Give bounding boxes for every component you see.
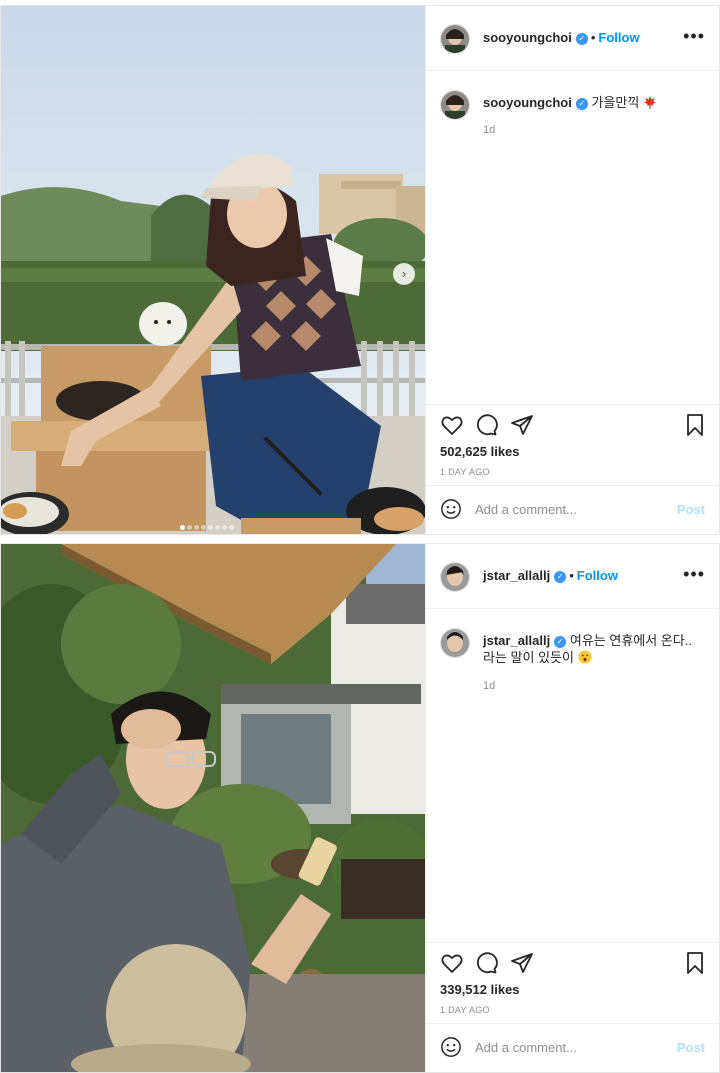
save-bookmark-icon[interactable] [683,951,707,975]
carousel-dot [201,525,206,530]
share-send-icon[interactable] [510,413,534,437]
follow-button[interactable]: Follow [598,30,639,45]
caption-age: 1d [483,680,496,692]
username-link[interactable]: sooyoungchoi [483,30,572,45]
avatar[interactable] [440,562,470,592]
action-bar [426,404,719,445]
carousel-dot [208,525,213,530]
carousel-dots [179,517,235,534]
more-options-icon[interactable]: ••• [683,564,705,585]
username-link[interactable]: sooyoungchoi [483,95,572,110]
maple-leaf-icon [643,96,656,109]
post-card: › sooyoungchoi ✓ • Follow ••• sooyoungchoi ✓… [0,5,720,535]
carousel-dot [215,525,220,530]
photo-woman-with-dog [1,6,425,534]
caption-body: 가을만끽 [591,95,640,110]
post-comment-button[interactable]: Post [677,1040,705,1055]
carousel-dot [194,525,199,530]
separator-dot: • [569,568,574,583]
avatar[interactable] [440,90,470,120]
photo-man-with-phone [1,544,425,1072]
verified-badge-icon: ✓ [575,98,588,110]
caption-text: sooyoungchoi ✓ 가을만끽 [483,94,693,111]
post-side-panel: sooyoungchoi ✓ • Follow ••• sooyoungchoi ✓ 가… [425,6,719,534]
more-options-icon[interactable]: ••• [683,26,705,47]
carousel-next-button[interactable]: › [393,263,415,285]
likes-count[interactable]: 339,512 likes [440,982,520,997]
post-side-panel: jstar_allallj ✓ • Follow ••• jstar_allallj ✓… [425,544,719,1072]
comment-bubble-icon[interactable] [474,413,498,437]
action-bar [426,942,719,983]
username-link[interactable]: jstar_allallj [483,568,550,583]
avatar[interactable] [440,628,470,658]
verified-badge-icon: ✓ [554,571,567,583]
separator-dot: • [590,30,596,45]
post-comment-button[interactable]: Post [677,502,705,517]
comment-input[interactable]: Add a comment... [475,1040,577,1055]
caption-text: jstar_allallj ✓ 여유는 연휴에서 온다.. 라는 말이 있듯이 [483,632,693,666]
post-header: sooyoungchoi ✓ • Follow ••• [426,6,719,71]
post-card: jstar_allallj ✓ • Follow ••• jstar_allallj ✓… [0,543,720,1073]
comment-box: Add a comment... Post [426,1023,719,1072]
emoji-smiley-icon[interactable] [440,498,462,520]
share-send-icon[interactable] [510,951,534,975]
caption-age: 1d [483,124,496,136]
likes-count[interactable]: 502,625 likes [440,444,520,459]
surprised-face-icon [578,650,592,664]
avatar[interactable] [440,24,470,54]
post-date[interactable]: 1 DAY AGO [440,467,490,477]
save-bookmark-icon[interactable] [683,413,707,437]
username-link[interactable]: jstar_allallj [483,633,550,648]
comment-input[interactable]: Add a comment... [475,502,577,517]
follow-button[interactable]: Follow [577,568,618,583]
carousel-dot [222,525,227,530]
post-username-row: sooyoungchoi ✓ • Follow [483,30,640,45]
post-date[interactable]: 1 DAY AGO [440,1005,490,1015]
post-header: jstar_allallj ✓ • Follow ••• [426,544,719,609]
emoji-smiley-icon[interactable] [440,1036,462,1058]
carousel-dot [187,525,192,530]
post-photo[interactable] [1,544,425,1072]
carousel-dot [229,525,234,530]
post-username-row: jstar_allallj ✓ • Follow [483,568,618,583]
like-heart-icon[interactable] [440,951,464,975]
verified-badge-icon: ✓ [554,636,567,648]
comment-bubble-icon[interactable] [474,951,498,975]
comment-box: Add a comment... Post [426,485,719,534]
carousel-dot [180,525,185,530]
post-photo[interactable]: › [1,6,425,534]
like-heart-icon[interactable] [440,413,464,437]
verified-badge-icon: ✓ [575,33,588,45]
